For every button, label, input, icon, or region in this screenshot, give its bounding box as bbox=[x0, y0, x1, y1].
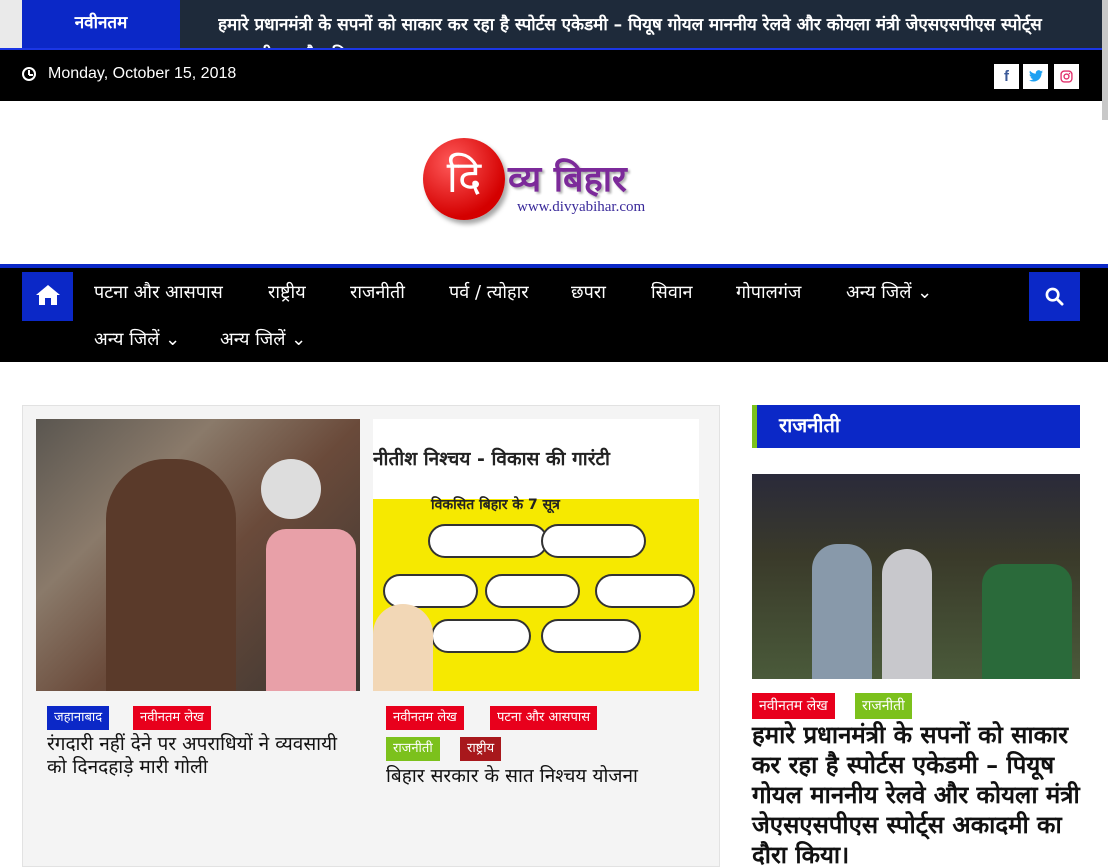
search-button[interactable] bbox=[1029, 272, 1080, 321]
sidebar-tag-latest[interactable]: नवीनतम लेख bbox=[752, 693, 835, 719]
logo-mark: दि bbox=[423, 138, 505, 220]
post-1-tag-latest[interactable]: नवीनतम लेख bbox=[133, 706, 211, 730]
sidebar-heading-label: राजनीती bbox=[779, 413, 841, 437]
facebook-icon[interactable]: f bbox=[994, 64, 1019, 89]
nav-item-patna[interactable]: पटना और आसपास bbox=[94, 280, 223, 304]
post-2-tag-patna[interactable]: पटना और आसपास bbox=[490, 706, 598, 730]
post-2-thumbnail[interactable]: नीतीश निश्चय - विकास की गारंटी विकसित बि… bbox=[373, 419, 699, 691]
logo-url: www.divyabihar.com bbox=[517, 199, 646, 215]
current-date: Monday, October 15, 2018 bbox=[48, 65, 237, 82]
nav-item-chhapra[interactable]: छपरा bbox=[571, 280, 606, 304]
post-2-image-title: नीतीश निश्चय - विकास की गारंटी bbox=[373, 448, 610, 470]
nav-item-other-districts-2[interactable]: अन्य जिलें ⌄ bbox=[94, 327, 180, 351]
scrollbar-thumb[interactable] bbox=[1102, 0, 1108, 120]
ticker-label: नवीनतम bbox=[22, 0, 180, 48]
ticker-edge bbox=[0, 0, 22, 48]
post-2-title[interactable]: बिहार सरकार के सात निश्चय योजना bbox=[386, 765, 686, 788]
breaking-news-ticker: नवीनतम हमारे प्रधानमंत्री के सपनों को सा… bbox=[0, 0, 1108, 48]
clock-icon bbox=[22, 67, 36, 81]
sidebar-post-title[interactable]: हमारे प्रधानमंत्री के सपनों को साकार कर … bbox=[752, 720, 1092, 867]
post-1-thumbnail[interactable] bbox=[36, 419, 360, 691]
nav-item-other-districts-1[interactable]: अन्य जिलें ⌄ bbox=[846, 280, 932, 304]
home-icon bbox=[36, 285, 60, 305]
home-button[interactable] bbox=[22, 272, 73, 321]
nav-item-siwan[interactable]: सिवान bbox=[651, 280, 693, 304]
sidebar-post-thumbnail[interactable] bbox=[752, 474, 1080, 679]
post-2-tag-latest[interactable]: नवीनतम लेख bbox=[386, 706, 464, 730]
post-2-tag-politics[interactable]: राजनीती bbox=[386, 737, 440, 761]
main-navigation: पटना और आसपास राष्ट्रीय राजनीती पर्व / त… bbox=[0, 264, 1108, 362]
nav-item-festivals[interactable]: पर्व / त्योहार bbox=[449, 280, 529, 304]
post-2-image-subtitle: विकसित बिहार के 7 सूत्र bbox=[431, 497, 560, 513]
logo-wordmark: व्य बिहार bbox=[508, 159, 627, 200]
search-icon bbox=[1045, 287, 1064, 306]
nav-item-gopalganj[interactable]: गोपालगंज bbox=[736, 280, 801, 304]
post-1-title[interactable]: रंगदारी नहीं देने पर अपराधियों ने व्यवसा… bbox=[47, 733, 347, 779]
top-bar: Monday, October 15, 2018 f bbox=[0, 48, 1108, 101]
nav-item-national[interactable]: राष्ट्रीय bbox=[268, 280, 306, 304]
nav-item-politics[interactable]: राजनीती bbox=[350, 280, 405, 304]
sidebar-section-heading: राजनीती bbox=[752, 405, 1080, 448]
sidebar-tag-politics[interactable]: राजनीती bbox=[855, 693, 912, 719]
ticker-headline-link[interactable]: हमारे प्रधानमंत्री के सपनों को साकार कर … bbox=[218, 10, 1068, 48]
site-header: दि व्य बिहार www.divyabihar.com bbox=[0, 101, 1108, 264]
post-1-tag-jehanabad[interactable]: जहानाबाद bbox=[47, 706, 110, 730]
twitter-icon[interactable] bbox=[1023, 64, 1048, 89]
nav-item-other-districts-3[interactable]: अन्य जिलें ⌄ bbox=[220, 327, 306, 351]
instagram-icon[interactable] bbox=[1054, 64, 1079, 89]
post-2-tag-national[interactable]: राष्ट्रीय bbox=[460, 737, 502, 761]
